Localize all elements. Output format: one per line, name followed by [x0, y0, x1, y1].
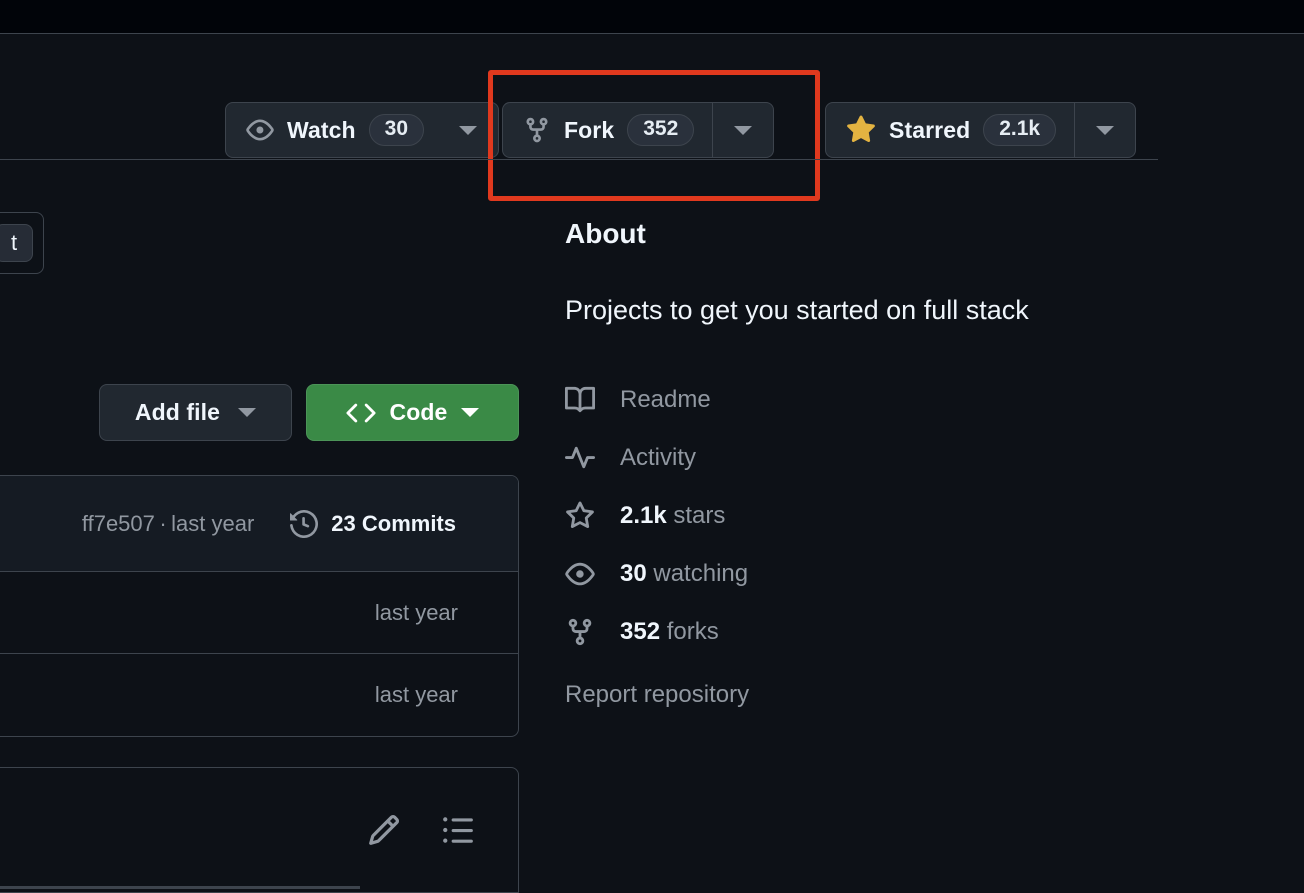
- star-button-group[interactable]: Starred 2.1k: [825, 102, 1137, 158]
- about-item-activity[interactable]: Activity: [565, 429, 1265, 487]
- watch-dropdown-toggle[interactable]: [442, 103, 498, 157]
- list-unordered-icon[interactable]: [438, 810, 478, 850]
- chevron-down-icon: [734, 125, 753, 135]
- table-row[interactable]: last year: [0, 572, 518, 654]
- chevron-down-icon: [459, 125, 478, 135]
- code-button[interactable]: Code: [306, 384, 519, 441]
- about-stars-count: 2.1k: [620, 501, 667, 529]
- watch-button-group[interactable]: Watch 30: [225, 102, 500, 158]
- fork-label: Fork: [564, 116, 615, 143]
- about-item-label: 30 watching: [620, 560, 748, 588]
- commit-separator: ·: [159, 510, 167, 536]
- star-icon: [565, 501, 595, 531]
- repository-content-column: t Add file Code ff7e507 · last year 23 C…: [0, 170, 519, 893]
- readme-panel-header: [0, 767, 519, 893]
- history-icon: [290, 509, 319, 538]
- about-description: Projects to get you started on full stac…: [565, 295, 1029, 325]
- about-sidebar: About Projects to get you started on ful…: [565, 218, 1265, 709]
- add-file-label: Add file: [134, 399, 221, 425]
- about-item-stars[interactable]: 2.1k stars: [565, 487, 1265, 545]
- about-forks-count: 352: [620, 617, 661, 645]
- add-file-button[interactable]: Add file: [99, 384, 292, 441]
- commit-history-link[interactable]: 23 Commits: [290, 509, 456, 538]
- eye-icon: [565, 559, 595, 589]
- file-modified-time: last year: [374, 682, 458, 707]
- code-label: Code: [389, 399, 448, 425]
- about-item-readme[interactable]: Readme: [565, 371, 1265, 429]
- header-divider: [0, 159, 1158, 160]
- starred-label: Starred: [889, 116, 971, 143]
- eye-icon: [246, 116, 274, 144]
- about-item-label: 352 forks: [620, 618, 719, 646]
- readme-tab-underline: [0, 886, 360, 889]
- file-modified-time: last year: [374, 599, 458, 625]
- fork-dropdown-toggle[interactable]: [712, 103, 773, 157]
- watch-label: Watch: [287, 116, 356, 143]
- star-filled-icon: [846, 115, 876, 145]
- commit-meta: ff7e507 · last year: [82, 511, 254, 537]
- about-item-forks[interactable]: 352 forks: [565, 603, 1265, 661]
- about-item-label: Activity: [620, 443, 697, 471]
- contributor-avatar-container[interactable]: t: [0, 212, 44, 274]
- watch-button[interactable]: Watch 30: [226, 103, 442, 157]
- file-listing-table: ff7e507 · last year 23 Commits last year…: [0, 475, 519, 737]
- about-stars-word: stars: [673, 501, 726, 529]
- report-repository-link[interactable]: Report repository: [565, 681, 749, 709]
- chevron-down-icon: [1096, 125, 1115, 135]
- starred-button[interactable]: Starred 2.1k: [826, 103, 1074, 157]
- commit-time: last year: [171, 510, 255, 536]
- table-row[interactable]: last year: [0, 654, 518, 736]
- commit-hash[interactable]: ff7e507: [82, 511, 155, 536]
- about-item-label: 2.1k stars: [620, 502, 725, 530]
- chevron-down-icon: [238, 408, 257, 417]
- chevron-down-icon: [461, 408, 480, 417]
- about-watching-word: watching: [653, 559, 749, 587]
- repo-forked-icon: [565, 617, 595, 647]
- about-item-watching[interactable]: 30 watching: [565, 545, 1265, 603]
- top-bar: [0, 0, 1304, 34]
- repository-action-bar: Watch 30 Fork 352 Starred 2.1k: [0, 34, 1304, 201]
- pulse-icon: [565, 443, 595, 473]
- watch-count: 30: [368, 113, 425, 147]
- star-dropdown-toggle[interactable]: [1074, 103, 1135, 157]
- fork-button[interactable]: Fork 352: [503, 103, 712, 157]
- repo-forked-icon: [523, 116, 551, 144]
- about-forks-word: forks: [666, 617, 719, 645]
- about-item-label: Readme: [620, 385, 711, 413]
- star-count: 2.1k: [983, 113, 1057, 147]
- about-watching-count: 30: [620, 559, 647, 587]
- commits-count-label: 23 Commits: [331, 510, 456, 536]
- fork-button-group[interactable]: Fork 352: [502, 102, 775, 158]
- book-icon: [565, 385, 595, 415]
- pencil-icon[interactable]: [364, 810, 404, 850]
- code-icon: [346, 398, 376, 428]
- avatar: t: [0, 224, 33, 262]
- about-heading: About: [565, 218, 646, 249]
- fork-count: 352: [627, 113, 695, 147]
- latest-commit-row: ff7e507 · last year 23 Commits: [0, 476, 518, 572]
